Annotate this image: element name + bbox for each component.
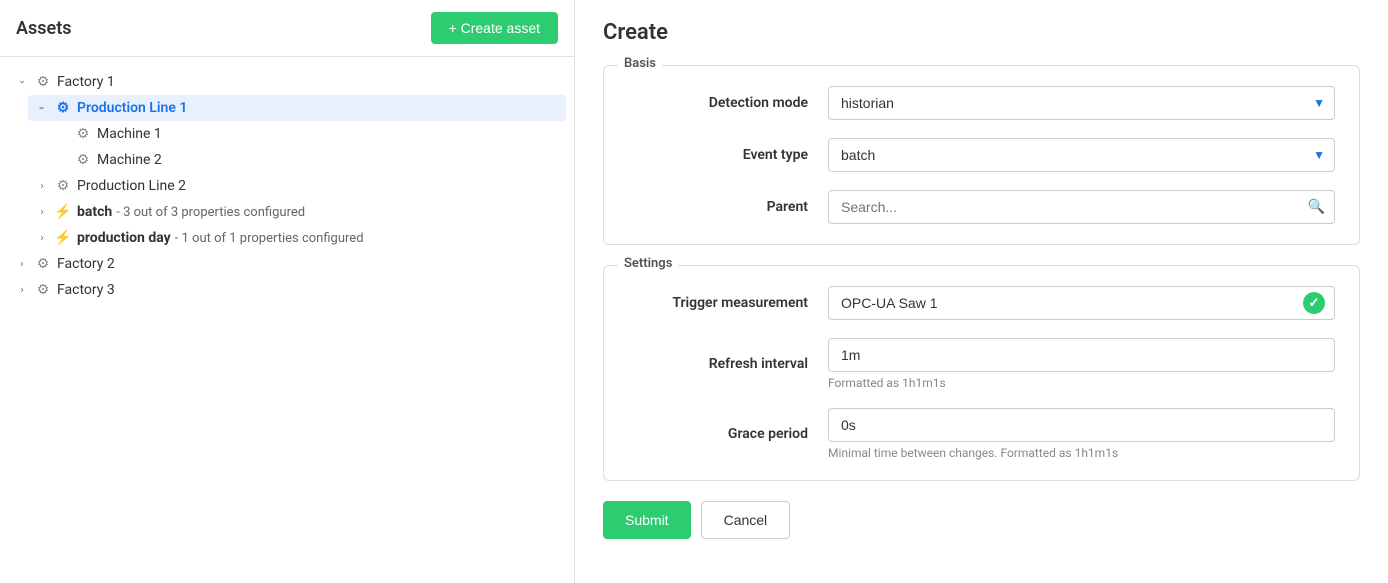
chevron-factory2: › <box>14 256 30 272</box>
grace-period-input[interactable] <box>828 408 1335 442</box>
label-machine-1: Machine 1 <box>97 126 162 142</box>
settings-section-title: Settings <box>618 256 678 271</box>
event-type-select[interactable]: batch event alarm <box>828 138 1335 172</box>
tree-item-batch[interactable]: › ⚡ batch- 3 out of 3 properties configu… <box>28 199 566 225</box>
lightning-icon-batch: ⚡ <box>54 203 72 221</box>
create-asset-button[interactable]: + Create asset <box>431 12 558 44</box>
left-header: Assets + Create asset <box>0 0 574 57</box>
tree-item-factory1[interactable]: › ⚙ Factory 1 <box>8 69 566 95</box>
detection-mode-label: Detection mode <box>628 95 828 111</box>
trigger-measurement-input[interactable] <box>828 286 1335 320</box>
label-factory3: Factory 3 <box>57 282 115 298</box>
trigger-measurement-control: ✓ <box>828 286 1335 320</box>
gear-icon-production-line-2: ⚙ <box>54 177 72 195</box>
label-machine-2: Machine 2 <box>97 152 162 168</box>
footer-buttons: Submit Cancel <box>603 501 1360 539</box>
sublabel-batch: - 3 out of 3 properties configured <box>116 205 305 220</box>
detection-mode-wrapper: historian realtime manual ▼ <box>828 86 1335 120</box>
basis-section: Basis Detection mode historian realtime … <box>603 65 1360 245</box>
refresh-interval-control: Formatted as 1h1m1s <box>828 338 1335 390</box>
grace-period-hint: Minimal time between changes. Formatted … <box>828 446 1335 460</box>
detection-mode-control: historian realtime manual ▼ <box>828 86 1335 120</box>
gear-icon-factory1: ⚙ <box>34 73 52 91</box>
event-type-row: Event type batch event alarm ▼ <box>628 138 1335 172</box>
grace-period-label: Grace period <box>628 426 828 442</box>
left-panel: Assets + Create asset › ⚙ Factory 1 › ⚙ … <box>0 0 575 583</box>
basis-section-title: Basis <box>618 56 662 71</box>
refresh-interval-row: Refresh interval Formatted as 1h1m1s <box>628 338 1335 390</box>
parent-control: 🔍 <box>828 190 1335 224</box>
parent-row: Parent 🔍 <box>628 190 1335 224</box>
tree-item-production-day[interactable]: › ⚡ production day- 1 out of 1 propertie… <box>28 225 566 251</box>
gear-icon-factory3: ⚙ <box>34 281 52 299</box>
gear-icon-machine-2: ⚙ <box>74 151 92 169</box>
settings-section: Settings Trigger measurement ✓ Refresh i… <box>603 265 1360 481</box>
parent-search-icon: 🔍 <box>1308 199 1325 215</box>
create-title: Create <box>603 20 1360 45</box>
label-factory1: Factory 1 <box>57 74 115 90</box>
event-type-label: Event type <box>628 147 828 163</box>
chevron-batch: › <box>34 204 50 220</box>
tree-item-factory3[interactable]: › ⚙ Factory 3 <box>8 277 566 303</box>
tree-item-production-line-2[interactable]: › ⚙ Production Line 2 <box>28 173 566 199</box>
detection-mode-select[interactable]: historian realtime manual <box>828 86 1335 120</box>
tree-item-machine-1[interactable]: › ⚙ Machine 1 <box>48 121 566 147</box>
cancel-button[interactable]: Cancel <box>701 501 791 539</box>
sublabel-production-day: - 1 out of 1 properties configured <box>175 231 364 246</box>
chevron-production-line-2: › <box>34 178 50 194</box>
refresh-interval-hint: Formatted as 1h1m1s <box>828 376 1335 390</box>
gear-icon-factory2: ⚙ <box>34 255 52 273</box>
detection-mode-row: Detection mode historian realtime manual… <box>628 86 1335 120</box>
parent-search-wrapper: 🔍 <box>828 190 1335 224</box>
tree-item-machine-2[interactable]: › ⚙ Machine 2 <box>48 147 566 173</box>
submit-button[interactable]: Submit <box>603 501 691 539</box>
event-type-wrapper: batch event alarm ▼ <box>828 138 1335 172</box>
label-production-line-2: Production Line 2 <box>77 178 186 194</box>
parent-search-input[interactable] <box>828 190 1335 224</box>
right-panel: Create Basis Detection mode historian re… <box>575 0 1388 583</box>
refresh-interval-label: Refresh interval <box>628 356 828 372</box>
chevron-factory1: › <box>14 74 30 90</box>
parent-label: Parent <box>628 199 828 215</box>
label-production-line-1: Production Line 1 <box>77 100 187 116</box>
label-factory2: Factory 2 <box>57 256 115 272</box>
trigger-check-icon: ✓ <box>1303 292 1325 314</box>
gear-icon-machine-1: ⚙ <box>74 125 92 143</box>
grace-period-row: Grace period Minimal time between change… <box>628 408 1335 460</box>
chevron-factory3: › <box>14 282 30 298</box>
trigger-measurement-label: Trigger measurement <box>628 295 828 311</box>
tree-item-factory2[interactable]: › ⚙ Factory 2 <box>8 251 566 277</box>
tree-item-production-line-1[interactable]: › ⚙ Production Line 1 <box>28 95 566 121</box>
chevron-production-day: › <box>34 230 50 246</box>
gear-icon-production-line-1: ⚙ <box>54 99 72 117</box>
asset-tree: › ⚙ Factory 1 › ⚙ Production Line 1 › ⚙ … <box>0 57 574 315</box>
grace-period-control: Minimal time between changes. Formatted … <box>828 408 1335 460</box>
label-production-day: production day- 1 out of 1 properties co… <box>77 230 364 246</box>
event-type-control: batch event alarm ▼ <box>828 138 1335 172</box>
trigger-wrapper: ✓ <box>828 286 1335 320</box>
assets-title: Assets <box>16 18 72 39</box>
refresh-interval-input[interactable] <box>828 338 1335 372</box>
chevron-production-line-1: › <box>34 100 50 116</box>
lightning-icon-production-day: ⚡ <box>54 229 72 247</box>
trigger-measurement-row: Trigger measurement ✓ <box>628 286 1335 320</box>
label-batch: batch- 3 out of 3 properties configured <box>77 204 305 220</box>
